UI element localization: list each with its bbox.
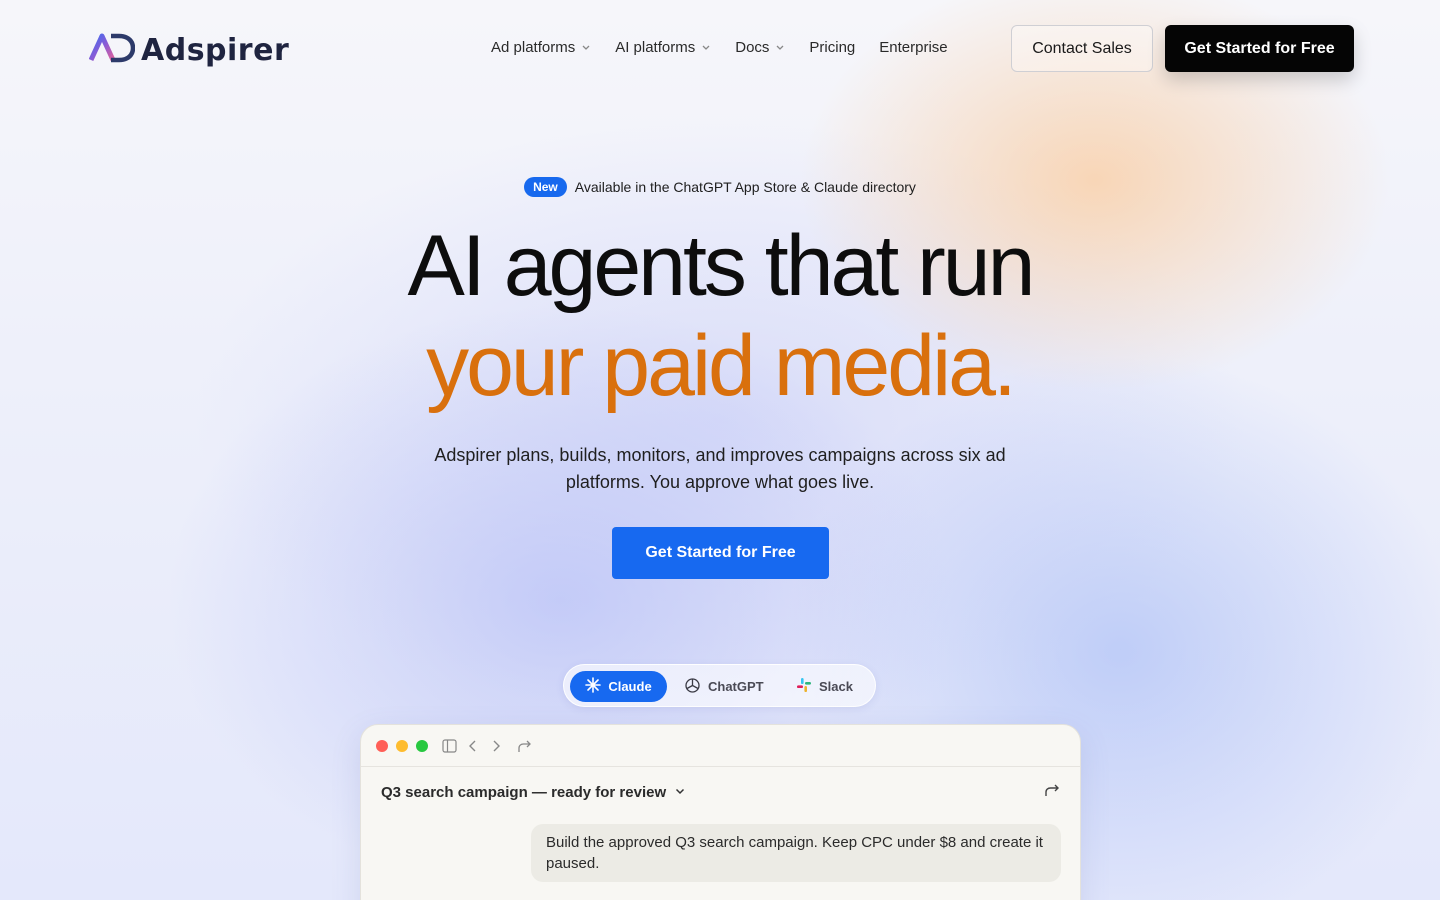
chevron-down-icon bbox=[674, 784, 686, 801]
chevron-down-icon bbox=[775, 39, 785, 56]
chevron-down-icon bbox=[581, 39, 591, 56]
brand-name: Adspirer bbox=[141, 33, 290, 68]
landing-page: Adspirer Ad platforms AI platforms Docs bbox=[0, 0, 1440, 900]
get-started-hero-button[interactable]: Get Started for Free bbox=[612, 527, 829, 579]
platform-switcher: Claude ChatGPT Slack bbox=[563, 664, 876, 707]
window-minimize-button[interactable] bbox=[396, 740, 408, 752]
announcement-text: Available in the ChatGPT App Store & Cla… bbox=[574, 179, 916, 195]
brand-logo[interactable]: Adspirer bbox=[88, 32, 290, 69]
nav-item-ad-platforms[interactable]: Ad platforms bbox=[491, 39, 591, 56]
tab-label: ChatGPT bbox=[708, 679, 764, 694]
demo-app-window: Q3 search campaign — ready for review Bu… bbox=[360, 724, 1081, 900]
nav-item-label: Ad platforms bbox=[491, 39, 576, 56]
tab-chatgpt[interactable]: ChatGPT bbox=[684, 671, 764, 702]
tab-slack[interactable]: Slack bbox=[796, 671, 853, 702]
hero-headline-line2: your paid media. bbox=[426, 318, 1017, 414]
tab-label: Slack bbox=[819, 679, 853, 694]
user-message-bubble: Build the approved Q3 search campaign. K… bbox=[531, 824, 1061, 882]
new-badge: New bbox=[524, 177, 567, 197]
window-close-button[interactable] bbox=[376, 740, 388, 752]
site-header: Adspirer Ad platforms AI platforms Docs bbox=[0, 25, 1440, 73]
sidebar-toggle-icon[interactable] bbox=[440, 737, 458, 755]
nav-item-docs[interactable]: Docs bbox=[735, 39, 785, 56]
back-arrow-icon[interactable] bbox=[464, 737, 482, 755]
get-started-header-button[interactable]: Get Started for Free bbox=[1165, 25, 1354, 72]
hero-headline-line1: AI agents that run bbox=[407, 218, 1036, 314]
nav-item-ai-platforms[interactable]: AI platforms bbox=[615, 39, 711, 56]
contact-sales-button[interactable]: Contact Sales bbox=[1011, 25, 1153, 72]
redo-icon[interactable] bbox=[515, 737, 533, 755]
nav-item-enterprise[interactable]: Enterprise bbox=[879, 39, 947, 56]
logo-mark-icon bbox=[88, 32, 136, 69]
main-nav: Ad platforms AI platforms Docs Pricing E… bbox=[491, 39, 972, 56]
slack-icon bbox=[796, 677, 812, 696]
hero-subtitle: Adspirer plans, builds, monitors, and im… bbox=[434, 445, 1006, 492]
conversation-title-dropdown[interactable]: Q3 search campaign — ready for review bbox=[381, 784, 686, 801]
announcement-banner[interactable]: New Available in the ChatGPT App Store &… bbox=[0, 177, 1440, 197]
nav-item-pricing[interactable]: Pricing bbox=[809, 39, 855, 56]
nav-item-label: Enterprise bbox=[879, 39, 948, 56]
window-maximize-button[interactable] bbox=[416, 740, 428, 752]
nav-item-label: AI platforms bbox=[615, 39, 696, 56]
nav-item-label: Pricing bbox=[809, 39, 856, 56]
conversation-title: Q3 search campaign — ready for review bbox=[381, 784, 667, 801]
share-icon[interactable] bbox=[1044, 783, 1060, 802]
tab-label: Claude bbox=[608, 679, 652, 694]
tab-claude[interactable]: Claude bbox=[570, 671, 667, 702]
claude-icon bbox=[585, 677, 602, 696]
window-titlebar bbox=[361, 725, 1080, 767]
chevron-down-icon bbox=[701, 39, 711, 56]
nav-item-label: Docs bbox=[735, 39, 770, 56]
chatgpt-icon bbox=[684, 677, 701, 697]
forward-arrow-icon[interactable] bbox=[487, 737, 505, 755]
